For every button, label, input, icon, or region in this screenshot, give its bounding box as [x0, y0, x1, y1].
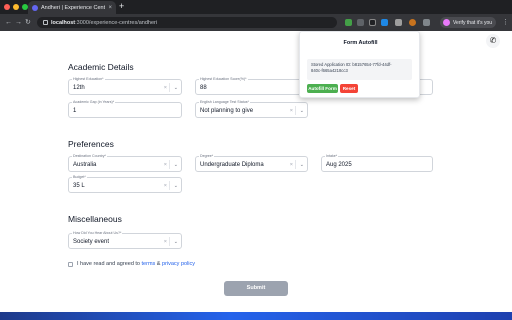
stored-application-box: Stored Application ID: b8157654-77fd-44d… [307, 59, 412, 80]
agreement-row: I have read and agreed to terms & privac… [68, 261, 195, 267]
window-minimize-button[interactable] [13, 4, 19, 10]
forward-arrow-icon[interactable]: → [15, 17, 22, 28]
profile-avatar [443, 19, 450, 26]
browser-toolbar: ← → ↻ localhost:3000/experience-centres/… [0, 14, 512, 31]
field-value: Aug 2025 [326, 162, 352, 168]
field-label: Degree* [199, 154, 215, 158]
divider [169, 237, 170, 246]
clear-icon[interactable]: × [290, 107, 293, 115]
divider [295, 160, 296, 169]
clear-icon[interactable]: × [164, 84, 167, 92]
autofill-form-button[interactable]: Autofill Form [307, 84, 338, 93]
field-value: 1 [73, 108, 77, 114]
url-text: localhost:3000/experience-centres/andher… [51, 19, 158, 26]
clear-icon[interactable]: × [290, 161, 293, 169]
chevron-down-icon[interactable]: ⌄ [174, 182, 178, 190]
extension-blue-icon[interactable] [381, 19, 388, 26]
section-title-misc: Miscellaneous [68, 214, 122, 224]
field-value: Society event [73, 239, 110, 245]
section-title-preferences: Preferences [68, 139, 114, 149]
privacy-policy-link[interactable]: privacy policy [162, 261, 195, 267]
agreement-text: I have read and agreed to terms & privac… [77, 261, 196, 267]
divider [169, 83, 170, 92]
field-label: Intake* [325, 154, 339, 158]
extension-puzzle-icon[interactable] [395, 19, 402, 26]
field-label: English Language Test Status* [199, 100, 250, 104]
intake-input[interactable]: Intake* Aug 2025 [321, 154, 433, 172]
profile-verify-chip[interactable]: Verify that it's you [440, 17, 496, 28]
extensions-menu-icon[interactable] [423, 19, 430, 26]
browser-tab-bar: Andheri | Experience Centre × + [0, 0, 512, 14]
chevron-down-icon[interactable]: ⌄ [174, 238, 178, 246]
chevron-down-icon[interactable]: ⌄ [174, 161, 178, 169]
browser-tab-active[interactable]: Andheri | Experience Centre × [28, 1, 116, 14]
phone-icon[interactable]: ✆ [486, 34, 500, 48]
clear-icon[interactable]: × [164, 161, 167, 169]
field-value: 35 L [73, 183, 85, 189]
clear-icon[interactable]: × [164, 238, 167, 246]
address-bar[interactable]: localhost:3000/experience-centres/andher… [37, 17, 337, 28]
reload-icon[interactable]: ↻ [25, 17, 31, 28]
clear-icon[interactable]: × [164, 182, 167, 190]
extension-dark-icon[interactable] [369, 19, 376, 26]
english-test-status-select[interactable]: English Language Test Status* Not planni… [195, 100, 308, 118]
page-footer [0, 312, 512, 320]
tab-favicon-icon [32, 4, 38, 11]
verify-label: Verify that it's you [453, 19, 493, 26]
browser-menu-icon[interactable]: ⋮ [502, 17, 509, 28]
divider [169, 181, 170, 190]
reset-button[interactable]: Reset [340, 84, 358, 93]
new-tab-button[interactable]: + [119, 2, 124, 11]
agreement-checkbox[interactable] [68, 261, 73, 267]
field-value: 88 [200, 85, 207, 91]
chevron-down-icon[interactable]: ⌄ [300, 107, 304, 115]
destination-country-select[interactable]: Destination Country* Australia × ⌄ [68, 154, 182, 172]
field-value: Undergraduate Diploma [200, 162, 264, 168]
field-label: Academic Gap (in Years)* [72, 100, 116, 104]
field-label: Highest Education Score(%)* [199, 77, 248, 81]
site-info-icon[interactable] [43, 20, 48, 25]
field-value: Not planning to give [200, 108, 254, 114]
tab-close-icon[interactable]: × [108, 5, 112, 11]
submit-button[interactable]: Submit [224, 281, 288, 296]
field-value: 12th [73, 85, 85, 91]
stored-id-value: 840c-f665a4218cc3 [311, 68, 348, 73]
field-label: Highest Education* [72, 77, 105, 81]
window-controls [4, 4, 28, 10]
section-title-academic: Academic Details [68, 62, 134, 72]
hear-about-us-select[interactable]: How Did You Hear About Us?* Society even… [68, 231, 182, 249]
extension-grey-icon[interactable] [357, 19, 364, 26]
popup-title: Form Autofill [343, 40, 378, 46]
field-label: Budget* [72, 175, 87, 179]
tab-title: Andheri | Experience Centre [41, 4, 106, 11]
academic-gap-input[interactable]: Academic Gap (in Years)* 1 [68, 100, 182, 118]
extension-green-icon[interactable] [345, 19, 352, 26]
chevron-down-icon[interactable]: ⌄ [300, 161, 304, 169]
highest-education-select[interactable]: Highest Education* 12th × ⌄ [68, 77, 182, 95]
divider [169, 160, 170, 169]
field-label: How Did You Hear About Us?* [72, 231, 123, 235]
chevron-down-icon[interactable]: ⌄ [174, 84, 178, 92]
field-value: Australia [73, 162, 97, 168]
form-autofill-popup: Form Autofill Stored Application ID: b81… [299, 31, 420, 98]
window-close-button[interactable] [4, 4, 10, 10]
back-arrow-icon[interactable]: ← [5, 17, 12, 28]
terms-link[interactable]: terms [142, 261, 156, 267]
form-autofill-extension-icon[interactable] [409, 19, 416, 26]
field-label: Destination Country* [72, 154, 107, 158]
divider [295, 106, 296, 115]
budget-select[interactable]: Budget* 35 L × ⌄ [68, 175, 182, 193]
degree-select[interactable]: Degree* Undergraduate Diploma × ⌄ [195, 154, 308, 172]
